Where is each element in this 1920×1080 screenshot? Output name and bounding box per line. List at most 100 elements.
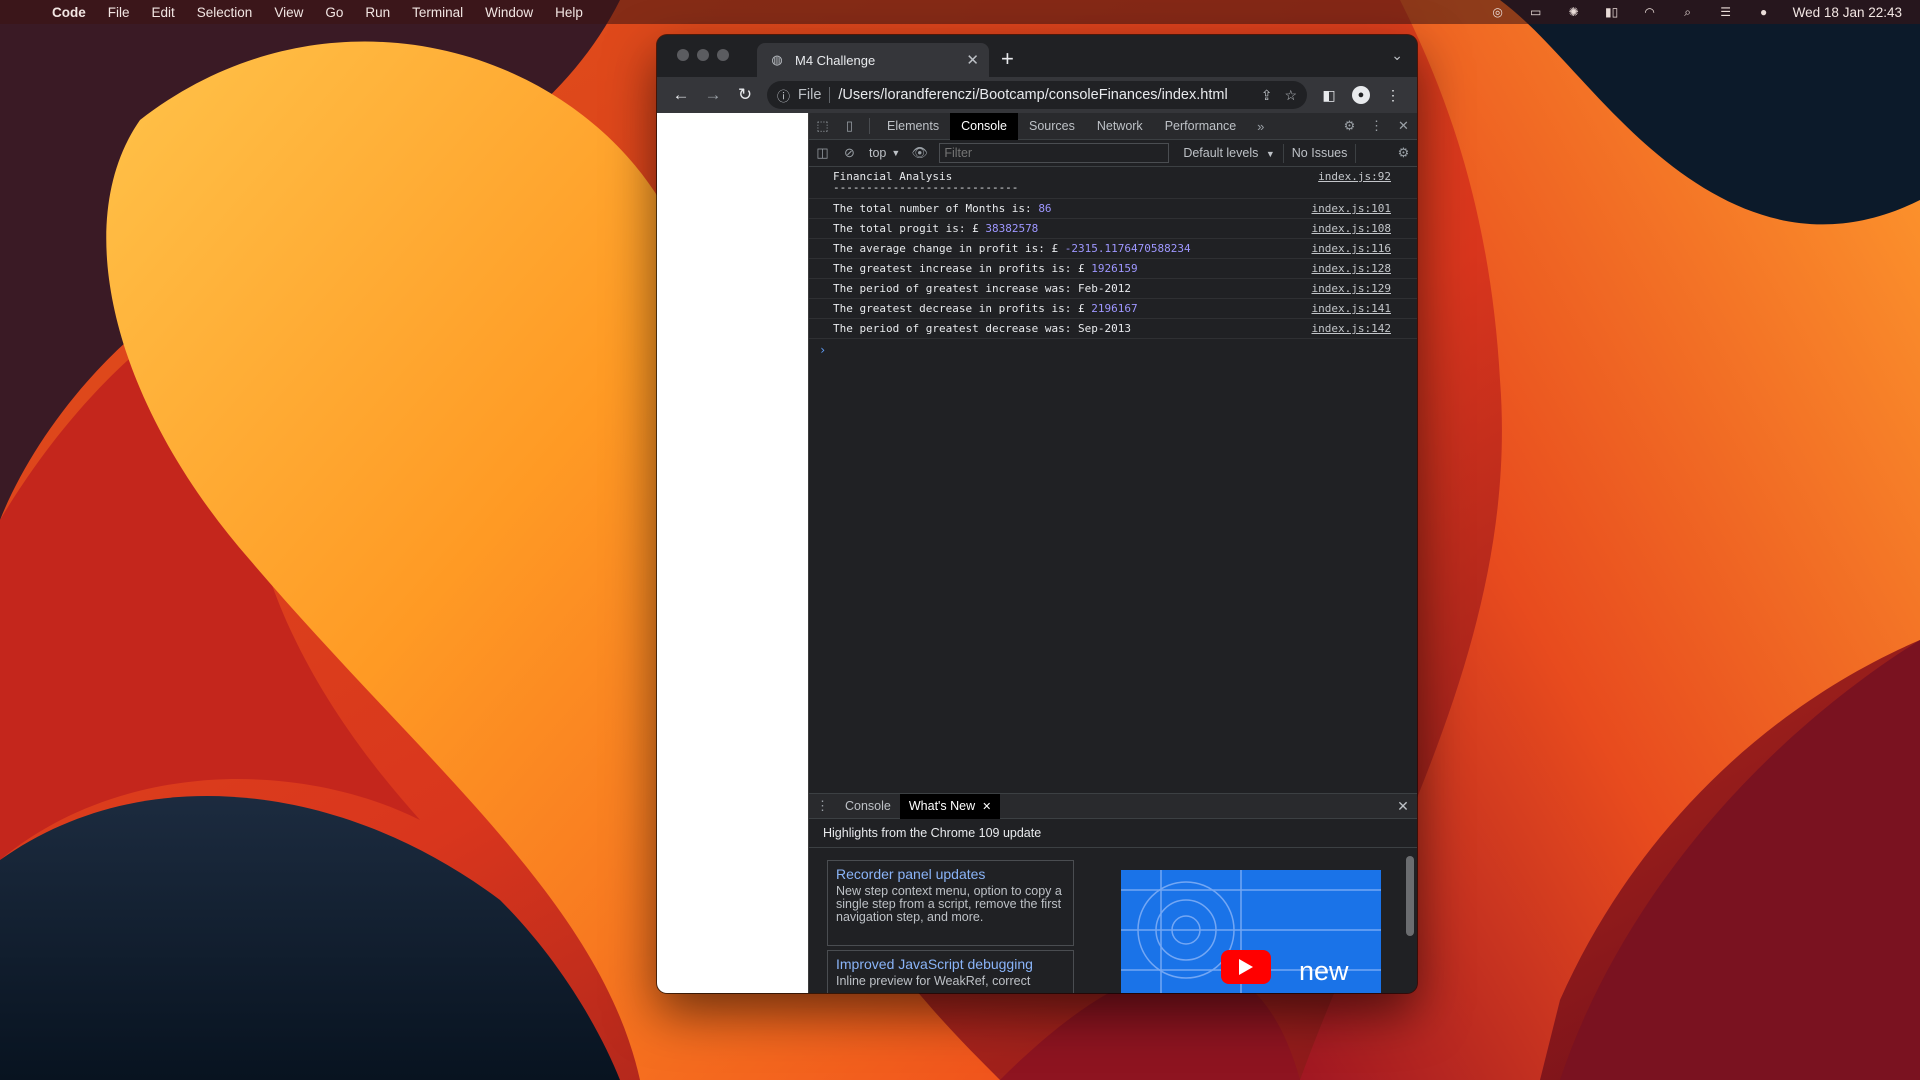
devtools-settings-gear-icon[interactable]: ⚙ xyxy=(1336,118,1363,134)
menu-view[interactable]: View xyxy=(274,5,303,20)
drawer-tab-bar: ⋮ Console What's New ✕ ✕ xyxy=(809,793,1417,819)
menu-app-name[interactable]: Code xyxy=(52,5,86,20)
share-icon[interactable]: ⇪ xyxy=(1261,87,1273,104)
control-center-icon[interactable]: ☰ xyxy=(1717,5,1735,19)
clear-console-icon[interactable]: ⊘ xyxy=(836,145,863,161)
close-devtools-icon[interactable]: ✕ xyxy=(1390,118,1417,134)
log-text: The period of greatest decrease was: Sep… xyxy=(833,322,1132,335)
log-source-link[interactable]: index.js:92 xyxy=(1318,170,1391,183)
log-text: The total progit is: £ xyxy=(833,222,979,235)
log-source-link[interactable]: index.js:142 xyxy=(1312,322,1391,335)
console-log-row: The total progit is: £ 38382578 index.js… xyxy=(809,219,1417,239)
log-message: The average change in profit is: £ -2315… xyxy=(833,242,1191,255)
inspect-element-icon[interactable]: ⬚ xyxy=(809,118,836,134)
live-expression-eye-icon[interactable]: 👁 xyxy=(906,145,933,161)
menu-go[interactable]: Go xyxy=(325,5,343,20)
card-title[interactable]: Recorder panel updates xyxy=(836,866,1065,882)
console-prompt[interactable]: › xyxy=(809,339,1417,361)
minimize-window-button[interactable] xyxy=(697,49,709,61)
forward-arrow-icon[interactable]: → xyxy=(697,85,729,105)
log-dashes: ---------------------------- xyxy=(833,181,1019,194)
show-sidebar-icon[interactable]: ◫ xyxy=(809,145,836,161)
whats-new-video-thumbnail[interactable]: new xyxy=(1121,870,1381,993)
browser-window: ◍ M4 Challenge ✕ + ⌄ ← → ↻ ⓘ File /Users… xyxy=(657,35,1417,993)
tab-performance[interactable]: Performance xyxy=(1154,113,1248,140)
site-info-icon[interactable]: ⓘ xyxy=(777,86,790,105)
console-output: Financial Analysis ---------------------… xyxy=(809,167,1417,361)
devtools-more-options-icon[interactable]: ⋮ xyxy=(1363,118,1390,134)
drawer-tab-whats-new[interactable]: What's New ✕ xyxy=(899,793,1001,819)
browser-tab[interactable]: ◍ M4 Challenge ✕ xyxy=(757,43,989,77)
siri-icon[interactable]: ● xyxy=(1755,5,1773,19)
wifi-icon[interactable]: ◠ xyxy=(1641,5,1659,19)
browser-menu-icon[interactable]: ⋮ xyxy=(1377,87,1409,104)
console-log-row: The period of greatest decrease was: Sep… xyxy=(809,319,1417,339)
drawer-tab-console[interactable]: Console xyxy=(836,794,900,819)
creative-cloud-icon[interactable]: ◎ xyxy=(1489,5,1507,19)
log-value: -2315.1176470588234 xyxy=(1064,242,1191,255)
log-text: The total number of Months is: xyxy=(833,202,1032,215)
log-source-link[interactable]: index.js:129 xyxy=(1312,282,1391,295)
menu-terminal[interactable]: Terminal xyxy=(412,5,463,20)
close-drawer-tab-icon[interactable]: ✕ xyxy=(982,800,991,813)
device-toolbar-icon[interactable]: ▯ xyxy=(836,118,863,134)
menu-run[interactable]: Run xyxy=(365,5,390,20)
close-window-button[interactable] xyxy=(677,49,689,61)
log-value: 86 xyxy=(1038,202,1052,215)
address-bar[interactable]: ⓘ File /Users/lorandferenczi/Bootcamp/co… xyxy=(767,81,1307,109)
menu-window[interactable]: Window xyxy=(485,5,533,20)
address-separator xyxy=(829,87,831,103)
devtools-panel: ⬚ ▯ Elements Console Sources Network Per… xyxy=(808,112,1417,993)
web-page-viewport[interactable] xyxy=(657,113,808,993)
log-source-link[interactable]: index.js:101 xyxy=(1312,202,1391,215)
tab-search-chevron-icon[interactable]: ⌄ xyxy=(1391,47,1403,64)
vpn-icon[interactable]: ✺ xyxy=(1565,5,1583,19)
browser-toolbar: ← → ↻ ⓘ File /Users/lorandferenczi/Bootc… xyxy=(657,77,1417,113)
log-source-link[interactable]: index.js:141 xyxy=(1312,302,1391,315)
whats-new-card[interactable]: Improved JavaScript debugging Inline pre… xyxy=(827,950,1074,993)
log-source-link[interactable]: index.js:116 xyxy=(1312,242,1391,255)
tab-elements[interactable]: Elements xyxy=(876,113,950,140)
menu-bar-clock[interactable]: Wed 18 Jan 22:43 xyxy=(1793,5,1902,20)
console-settings-gear-icon[interactable]: ⚙ xyxy=(1390,145,1417,161)
battery-icon[interactable]: ▮▯ xyxy=(1603,5,1621,19)
log-source-link[interactable]: index.js:108 xyxy=(1312,222,1391,235)
console-filter-input[interactable] xyxy=(939,143,1170,163)
log-levels-dropdown[interactable]: Default levels ▼ xyxy=(1175,146,1282,160)
context-selector[interactable]: top ▼ xyxy=(863,146,906,160)
tab-sources[interactable]: Sources xyxy=(1018,113,1086,140)
card-description: New step context menu, option to copy a … xyxy=(836,884,1062,924)
menu-file[interactable]: File xyxy=(108,5,130,20)
console-log-row: The average change in profit is: £ -2315… xyxy=(809,239,1417,259)
log-value: 1926159 xyxy=(1091,262,1138,275)
menu-selection[interactable]: Selection xyxy=(197,5,253,20)
close-drawer-icon[interactable]: ✕ xyxy=(1389,798,1417,815)
log-message: The total number of Months is: 86 xyxy=(833,202,1052,215)
maximize-window-button[interactable] xyxy=(717,49,729,61)
reload-icon[interactable]: ↻ xyxy=(729,85,761,105)
log-levels-label: Default levels xyxy=(1183,146,1259,160)
close-tab-icon[interactable]: ✕ xyxy=(966,51,979,69)
tab-console[interactable]: Console xyxy=(950,112,1018,140)
spotlight-search-icon[interactable]: ⌕ xyxy=(1679,5,1697,19)
whats-new-card[interactable]: Recorder panel updates New step context … xyxy=(827,860,1074,946)
bookmark-star-icon[interactable]: ☆ xyxy=(1284,87,1297,104)
menu-help[interactable]: Help xyxy=(555,5,583,20)
log-source-link[interactable]: index.js:128 xyxy=(1312,262,1391,275)
drawer-scrollbar[interactable] xyxy=(1406,856,1414,936)
card-title[interactable]: Improved JavaScript debugging xyxy=(836,956,1065,972)
drawer-menu-icon[interactable]: ⋮ xyxy=(809,798,836,814)
menu-bar-status-area: ◎ ▭ ✺ ▮▯ ◠ ⌕ ☰ ● Wed 18 Jan 22:43 xyxy=(1489,0,1902,24)
more-tabs-icon[interactable]: » xyxy=(1247,119,1274,134)
display-icon[interactable]: ▭ xyxy=(1527,5,1545,19)
issues-counter[interactable]: No Issues xyxy=(1282,143,1357,163)
tab-strip: ◍ M4 Challenge ✕ + ⌄ xyxy=(657,35,1417,77)
profile-avatar-icon[interactable]: ● xyxy=(1352,86,1370,104)
back-arrow-icon[interactable]: ← xyxy=(665,85,697,105)
side-panel-icon[interactable]: ◧ xyxy=(1313,87,1345,104)
console-toolbar: ◫ ⊘ top ▼ 👁 Default levels ▼ No Issues ⚙ xyxy=(809,140,1417,167)
tab-network[interactable]: Network xyxy=(1086,113,1154,140)
url-text[interactable]: /Users/lorandferenczi/Bootcamp/consoleFi… xyxy=(838,87,1248,103)
menu-edit[interactable]: Edit xyxy=(152,5,175,20)
new-tab-button[interactable]: + xyxy=(1001,46,1014,72)
